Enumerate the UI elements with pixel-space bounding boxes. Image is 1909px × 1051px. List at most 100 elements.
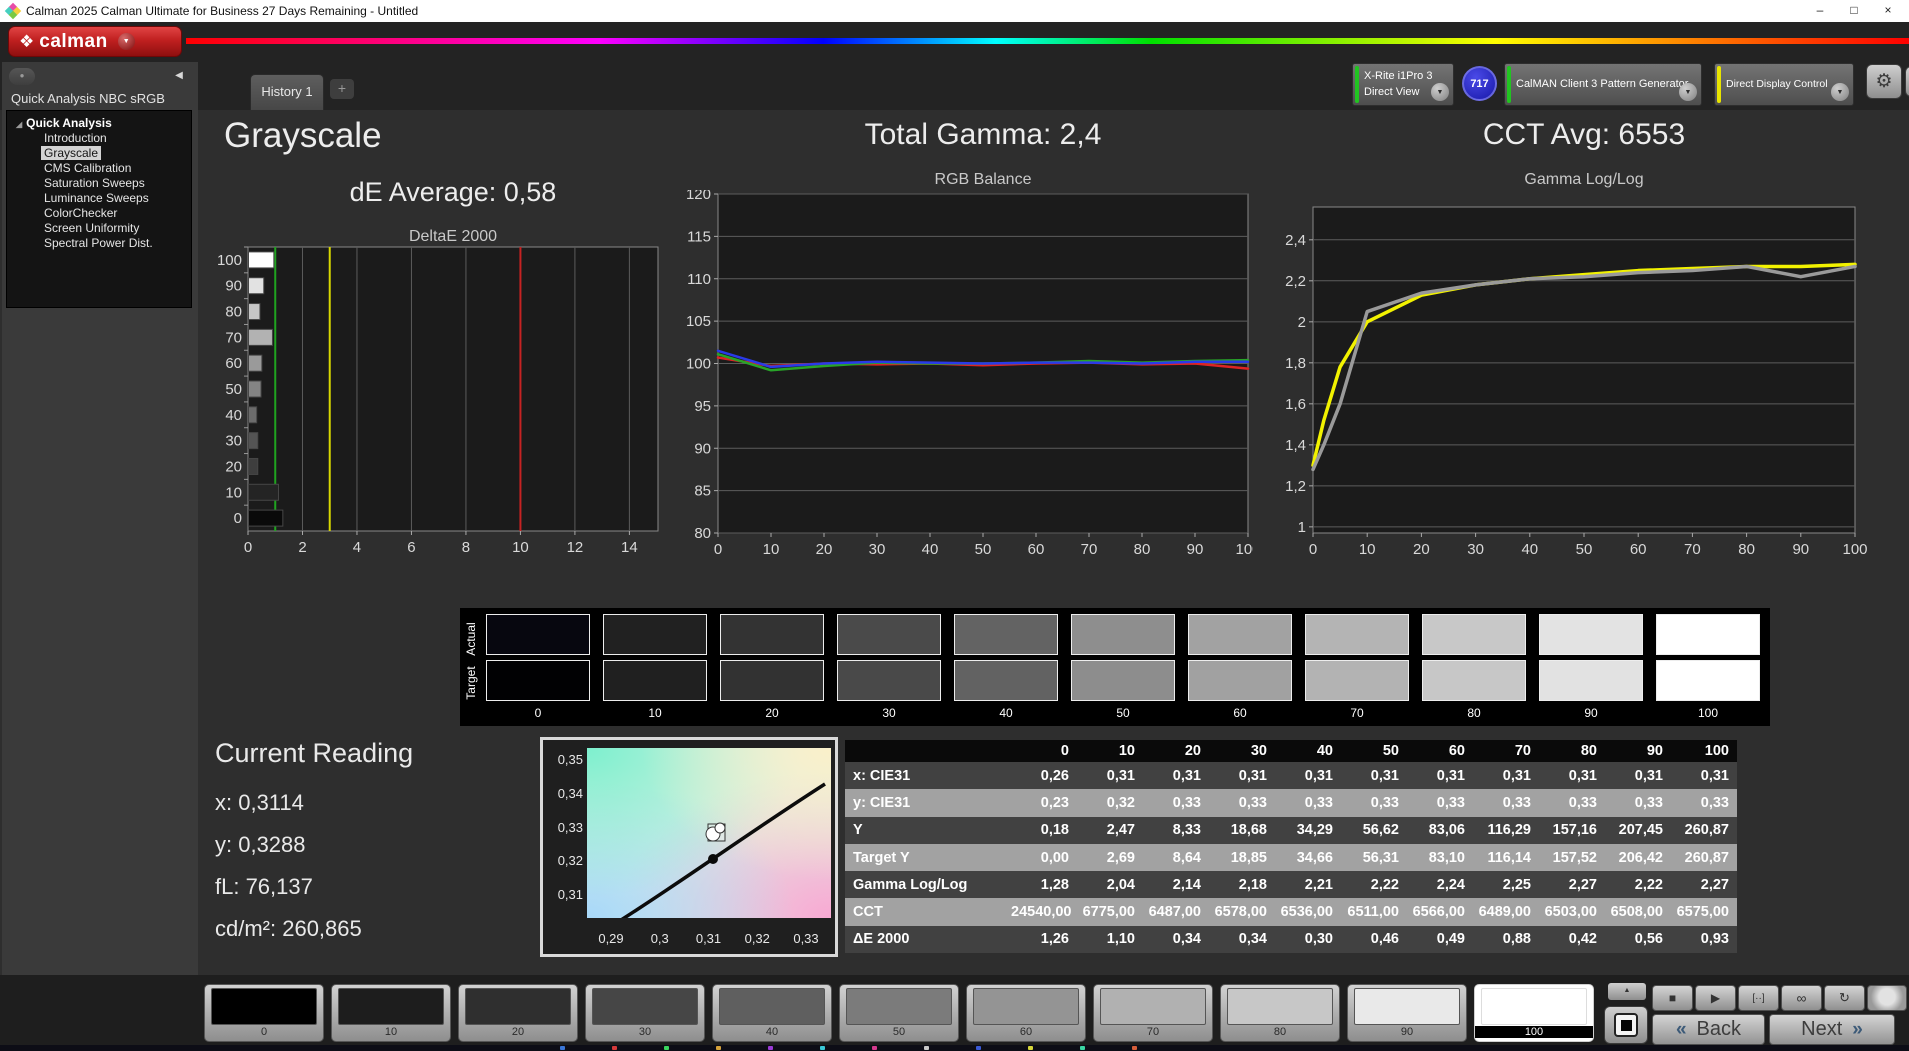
calman-logo-text: calman (39, 31, 107, 53)
patch-column: 60 (1188, 614, 1292, 726)
svg-text:90: 90 (225, 278, 242, 295)
level-label: 80 (1227, 1026, 1333, 1038)
grayscale-level-button-60[interactable]: 60 (966, 984, 1086, 1042)
refresh-button[interactable]: ↻ (1824, 985, 1865, 1011)
stop-button[interactable]: ■ (1652, 985, 1693, 1011)
tree-expander-icon[interactable]: ◢ (16, 120, 22, 129)
workflow-menu-button[interactable]: ● (9, 68, 35, 85)
calman-menu-button[interactable]: ❖ calman ▼ (8, 26, 182, 57)
sidebar-item-grayscale[interactable]: Grayscale (41, 146, 101, 160)
target-patch (486, 660, 590, 701)
edge-partial-button[interactable] (1905, 66, 1909, 97)
chevron-down-icon[interactable]: ▼ (1679, 83, 1697, 101)
table-row-label: y: CIE31 (845, 795, 1011, 811)
table-cell: 34,66 (1275, 850, 1341, 866)
pattern-options-button[interactable]: [··] (1738, 985, 1779, 1011)
grayscale-level-button-50[interactable]: 50 (839, 984, 959, 1042)
close-button[interactable]: × (1871, 0, 1905, 22)
table-cell: 8,33 (1143, 822, 1209, 838)
bottom-control-bar: 010203040506070 80 90100 ▲ ■ ▶ [··] ∞ ↻ « … (0, 975, 1909, 1045)
table-cell: 0,18 (1011, 822, 1077, 838)
grayscale-level-button-70[interactable]: 70 (1093, 984, 1213, 1042)
svg-text:70: 70 (1684, 541, 1701, 558)
patch-level-label: 60 (1188, 706, 1292, 720)
table-cell: 0,26 (1011, 768, 1077, 784)
svg-text:0: 0 (244, 539, 252, 556)
add-tab-button[interactable]: + (330, 79, 354, 99)
chevron-down-icon[interactable]: ▼ (1831, 83, 1849, 101)
table-column-header: 10 (1077, 743, 1143, 759)
play-button[interactable]: ▶ (1695, 985, 1736, 1011)
svg-text:0: 0 (234, 510, 242, 527)
table-column-header: 40 (1275, 743, 1341, 759)
cie-x-tick-label: 0,31 (693, 931, 725, 946)
sidebar-item-spectral-power-dist[interactable]: Spectral Power Dist. (41, 236, 156, 250)
table-column-header: 30 (1209, 743, 1275, 759)
sidebar: ● ◀ Quick Analysis NBC sRGB ◢Quick Analy… (2, 62, 198, 975)
patch-level-label: 50 (1071, 706, 1175, 720)
grayscale-level-button-0[interactable]: 0 (204, 984, 324, 1042)
sidebar-item-cms-calibration[interactable]: CMS Calibration (41, 161, 134, 175)
grayscale-level-button-20[interactable]: 20 (458, 984, 578, 1042)
patch-level-label: 0 (486, 706, 590, 720)
settings-button[interactable]: ⚙ (1866, 64, 1902, 99)
grayscale-level-button-100[interactable]: 100 (1474, 984, 1594, 1042)
target-patch (1305, 660, 1409, 701)
sidebar-item-screen-uniformity[interactable]: Screen Uniformity (41, 221, 142, 235)
tab-history-1[interactable]: History 1 (250, 74, 324, 110)
table-cell: 2,24 (1407, 877, 1473, 893)
actual-patch (1305, 614, 1409, 655)
sidebar-collapse-button[interactable]: ◀ (168, 67, 190, 85)
level-swatch (1481, 988, 1587, 1025)
chevron-down-icon[interactable]: ▼ (1431, 83, 1449, 101)
display-control-selector[interactable]: Direct Display Control ▼ (1714, 63, 1854, 106)
table-cell: 2,22 (1341, 877, 1407, 893)
level-swatch (1354, 988, 1460, 1025)
back-button[interactable]: « Back (1652, 1014, 1765, 1045)
sidebar-item-introduction[interactable]: Introduction (41, 131, 110, 145)
current-reading-title: Current Reading (215, 738, 413, 769)
grayscale-level-button-30[interactable]: 30 (585, 984, 705, 1042)
grayscale-level-button-80[interactable]: 80 (1220, 984, 1340, 1042)
maximize-button[interactable]: □ (1837, 0, 1871, 22)
grayscale-level-button-90[interactable]: 90 (1347, 984, 1467, 1042)
sidebar-item-saturation-sweeps[interactable]: Saturation Sweeps (41, 176, 148, 190)
cct-average-readout: CCT Avg: 6553 (1313, 118, 1855, 152)
table-cell: 0,31 (1341, 768, 1407, 784)
minimize-button[interactable]: – (1803, 0, 1837, 22)
grayscale-level-button-40[interactable]: 40 (712, 984, 832, 1042)
svg-text:14: 14 (621, 539, 638, 556)
svg-text:20: 20 (1413, 541, 1430, 558)
table-row: Y0,182,478,3318,6834,2956,6283,06116,291… (845, 817, 1737, 844)
svg-text:10: 10 (1359, 541, 1376, 558)
current-reading-cdm2: cd/m²: 260,865 (215, 916, 362, 942)
extra-transport-button[interactable] (1867, 985, 1907, 1011)
table-column-header: 60 (1407, 743, 1473, 759)
table-cell: 2,18 (1209, 877, 1275, 893)
svg-text:2: 2 (298, 539, 306, 556)
gamma-loglog-chart-title: Gamma Log/Log (1313, 171, 1855, 189)
continuous-read-button[interactable]: ∞ (1781, 985, 1822, 1011)
sidebar-item-luminance-sweeps[interactable]: Luminance Sweeps (41, 191, 152, 205)
sidebar-item-colorchecker[interactable]: ColorChecker (41, 206, 120, 220)
current-reading-x: x: 0,3114 (215, 790, 304, 816)
patch-column: 90 (1539, 614, 1643, 726)
level-swatch (465, 988, 571, 1025)
cie-overlay (587, 748, 831, 918)
table-cell: 0,31 (1605, 768, 1671, 784)
svg-text:70: 70 (1081, 541, 1098, 558)
collapse-up-button[interactable]: ▲ (1608, 983, 1646, 1000)
patch-level-label: 10 (603, 706, 707, 720)
table-cell: 0,32 (1077, 795, 1143, 811)
table-cell: 2,27 (1671, 877, 1737, 893)
table-cell: 6503,00 (1539, 904, 1605, 920)
meter-count-badge[interactable]: 717 (1462, 66, 1497, 101)
target-patch (837, 660, 941, 701)
pattern-window-button[interactable] (1604, 1006, 1648, 1044)
sidebar-item-quick-analysis[interactable]: ◢Quick Analysis (16, 116, 191, 130)
pattern-generator-selector[interactable]: CalMAN Client 3 Pattern Generator ▼ (1504, 63, 1702, 106)
grayscale-level-button-10[interactable]: 10 (331, 984, 451, 1042)
table-cell: 2,25 (1473, 877, 1539, 893)
meter-selector[interactable]: X-Rite i1Pro 3 Direct View ▼ (1352, 63, 1454, 106)
next-button[interactable]: Next » (1769, 1014, 1895, 1045)
